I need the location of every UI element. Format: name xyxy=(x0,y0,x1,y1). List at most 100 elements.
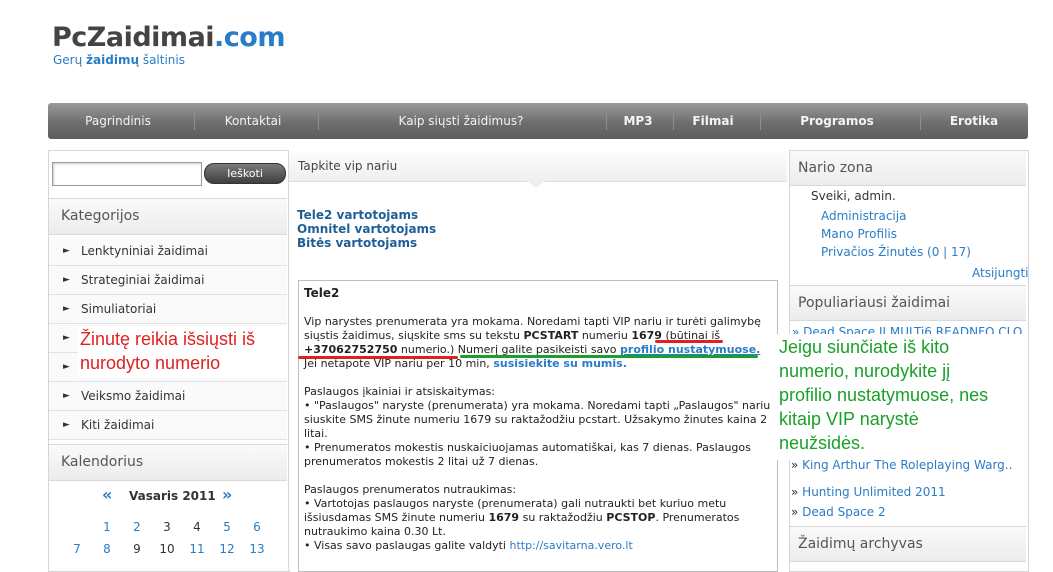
logo-pc: Pc xyxy=(52,22,87,53)
arrow-right-icon: ► xyxy=(63,246,70,256)
admin-link[interactable]: Administracija xyxy=(821,209,906,223)
popular-game-link[interactable]: » King Arthur The Roleplaying Warg.. xyxy=(791,460,1012,472)
contact-us-link[interactable]: susisiekite su mumis. xyxy=(493,357,627,370)
calendar-day[interactable]: 2 xyxy=(125,520,149,534)
arrow-right-icon: ► xyxy=(63,304,70,314)
text-part: • Visas savo paslaugas galite valdyti xyxy=(304,539,510,552)
calendar-day: 3 xyxy=(163,520,171,534)
pricing-line: • "Paslaugos" naryste (prenumerata) yra … xyxy=(304,399,771,412)
nav-divider xyxy=(760,112,761,130)
calendar-day[interactable]: 5 xyxy=(215,520,239,534)
vip-text-line: Vip narystes prenumerata yra mokama. Nor… xyxy=(304,315,761,328)
category-item[interactable]: ► Kiti žaidimai xyxy=(49,411,287,440)
center-title: Tapkite vip nariu xyxy=(298,159,398,173)
cancellation-line: • Visas savo paslaugas galite valdyti ht… xyxy=(304,539,633,552)
categories-title: Kategorijos xyxy=(61,208,140,224)
keyword-pcstop: PCSTOP xyxy=(606,511,656,524)
phone-number: +37062752750 xyxy=(304,343,398,356)
search-input[interactable] xyxy=(52,162,202,186)
calendar-day: 4 xyxy=(193,520,201,534)
annotation-green-line4: kitaip VIP narystė xyxy=(779,409,919,429)
pricing-line: • Prenumeratos mokestis nuskaiciuojamas … xyxy=(304,441,751,454)
calendar-day[interactable]: 8 xyxy=(95,542,119,556)
site-tagline: Gerų žaidimų šaltinis xyxy=(53,53,185,67)
nav-programos[interactable]: Programos xyxy=(782,103,892,139)
category-label: Veiksmo žaidimai xyxy=(81,389,186,403)
calendar-day: 10 xyxy=(159,542,175,556)
annotation-underline-red xyxy=(298,356,458,359)
nav-kontaktai[interactable]: Kontaktai xyxy=(208,103,298,139)
tagline-pre: Gerų xyxy=(53,53,87,67)
search-button[interactable]: Ieškoti xyxy=(204,163,286,184)
member-greeting: Sveiki, admin. xyxy=(811,189,896,203)
popular-game-link[interactable]: » Dead Space 2 xyxy=(791,505,886,519)
annotation-green-line5: neužsidės. xyxy=(779,433,866,453)
arrow-right-icon: ► xyxy=(63,333,70,343)
bullet-icon: » xyxy=(791,485,799,499)
logout-link[interactable]: Atsijungti xyxy=(972,266,1029,280)
calendar-day[interactable]: 13 xyxy=(245,542,269,556)
annotation-green-line1: Jeigu siunčiate iš kito xyxy=(779,337,950,357)
bite-link[interactable]: Bitės vartotojams xyxy=(297,236,417,250)
cancellation-line: nutraukimo kaina 0.30 Lt. xyxy=(304,525,446,538)
site-logo[interactable]: PcZaidimai.com xyxy=(52,22,285,53)
text-part: su raktažodžiu xyxy=(519,511,607,524)
category-label: Simuliatoriai xyxy=(81,302,157,316)
category-item[interactable]: ► Strateginiai žaidimai xyxy=(49,266,287,295)
profile-link[interactable]: Mano Profilis xyxy=(821,227,897,241)
annotation-green-line3: profilio nustatymuose, nes xyxy=(779,385,989,405)
tele2-box-title: Tele2 xyxy=(304,286,340,300)
calendar-month: Vasaris 2011 xyxy=(129,489,216,503)
pricing-line: litai. xyxy=(304,427,328,440)
bullet-icon: » xyxy=(791,505,799,519)
nav-divider xyxy=(194,112,195,130)
cancellation-title: Paslaugos prenumeratos nutraukimas: xyxy=(304,483,517,496)
annotation-underline-red xyxy=(655,340,723,343)
archive-header: Žaidimų archyvas xyxy=(790,526,1026,562)
nav-divider xyxy=(673,112,674,130)
arrow-right-icon: ► xyxy=(63,420,70,430)
popular-game-link[interactable]: » Hunting Unlimited 2011 xyxy=(791,485,946,499)
pricing-line: siuskite SMS žinute numeriu 1679 su rakt… xyxy=(304,413,768,426)
archive-title: Žaidimų archyvas xyxy=(798,536,923,552)
category-item[interactable]: ► Veiksmo žaidimai xyxy=(49,382,287,411)
annotation-red-line2: nurodyto numerio xyxy=(80,353,221,373)
cancellation-line: • Vartotojas paslaugos naryste (prenumer… xyxy=(304,497,727,510)
popular-game-label: Hunting Unlimited 2011 xyxy=(802,485,946,499)
logo-tld: .com xyxy=(214,22,285,53)
text-part: . Prenumeratos xyxy=(655,511,740,524)
annotation-underline-green xyxy=(460,355,758,358)
pricing-title: Paslaugos įkainiai ir atsiskaitymas: xyxy=(304,385,496,398)
text-part: siųstis žaidimus, siųskite sms su tekstu xyxy=(304,329,524,342)
text-part: numeriu xyxy=(578,329,632,342)
calendar-prev-button[interactable]: « xyxy=(102,485,112,504)
omnitel-link[interactable]: Omnitel vartotojams xyxy=(297,222,436,236)
calendar-next-button[interactable]: » xyxy=(222,485,232,504)
category-item[interactable]: ► Lenktyniniai žaidimai xyxy=(49,237,287,266)
calendar-day[interactable]: 12 xyxy=(215,542,239,556)
calendar-header: Kalendorius xyxy=(49,444,287,481)
nav-mp3[interactable]: MP3 xyxy=(614,103,662,139)
annotation-green-line2: numerio, nurodykite jį xyxy=(779,361,951,381)
calendar-day[interactable]: 1 xyxy=(95,520,119,534)
savitarna-link[interactable]: http://savitarna.vero.lt xyxy=(509,539,632,552)
nav-divider xyxy=(606,112,607,130)
center-header: Tapkite vip nariu xyxy=(289,151,787,182)
header-pointer xyxy=(527,181,545,188)
nav-kaip-siusti[interactable]: Kaip siųsti žaidimus? xyxy=(348,103,574,139)
calendar-day[interactable]: 7 xyxy=(65,542,89,556)
category-item[interactable]: ► Simuliatoriai xyxy=(49,295,287,324)
private-messages-link[interactable]: Privačios Žinutės (0 | 17) xyxy=(821,245,971,259)
nav-pagrindinis[interactable]: Pagrindinis xyxy=(68,103,168,139)
bullet-icon: » xyxy=(791,460,799,472)
calendar-day[interactable]: 11 xyxy=(185,542,209,556)
sms-number: 1679 xyxy=(488,511,520,524)
category-label: Strateginiai žaidimai xyxy=(81,273,205,287)
tele2-link[interactable]: Tele2 vartotojams xyxy=(297,208,418,222)
calendar-day[interactable]: 6 xyxy=(245,520,269,534)
nav-erotika[interactable]: Erotika xyxy=(938,103,1010,139)
arrow-right-icon: ► xyxy=(63,391,70,401)
arrow-right-icon: ► xyxy=(63,362,70,372)
nav-divider xyxy=(318,112,319,130)
nav-filmai[interactable]: Filmai xyxy=(682,103,744,139)
